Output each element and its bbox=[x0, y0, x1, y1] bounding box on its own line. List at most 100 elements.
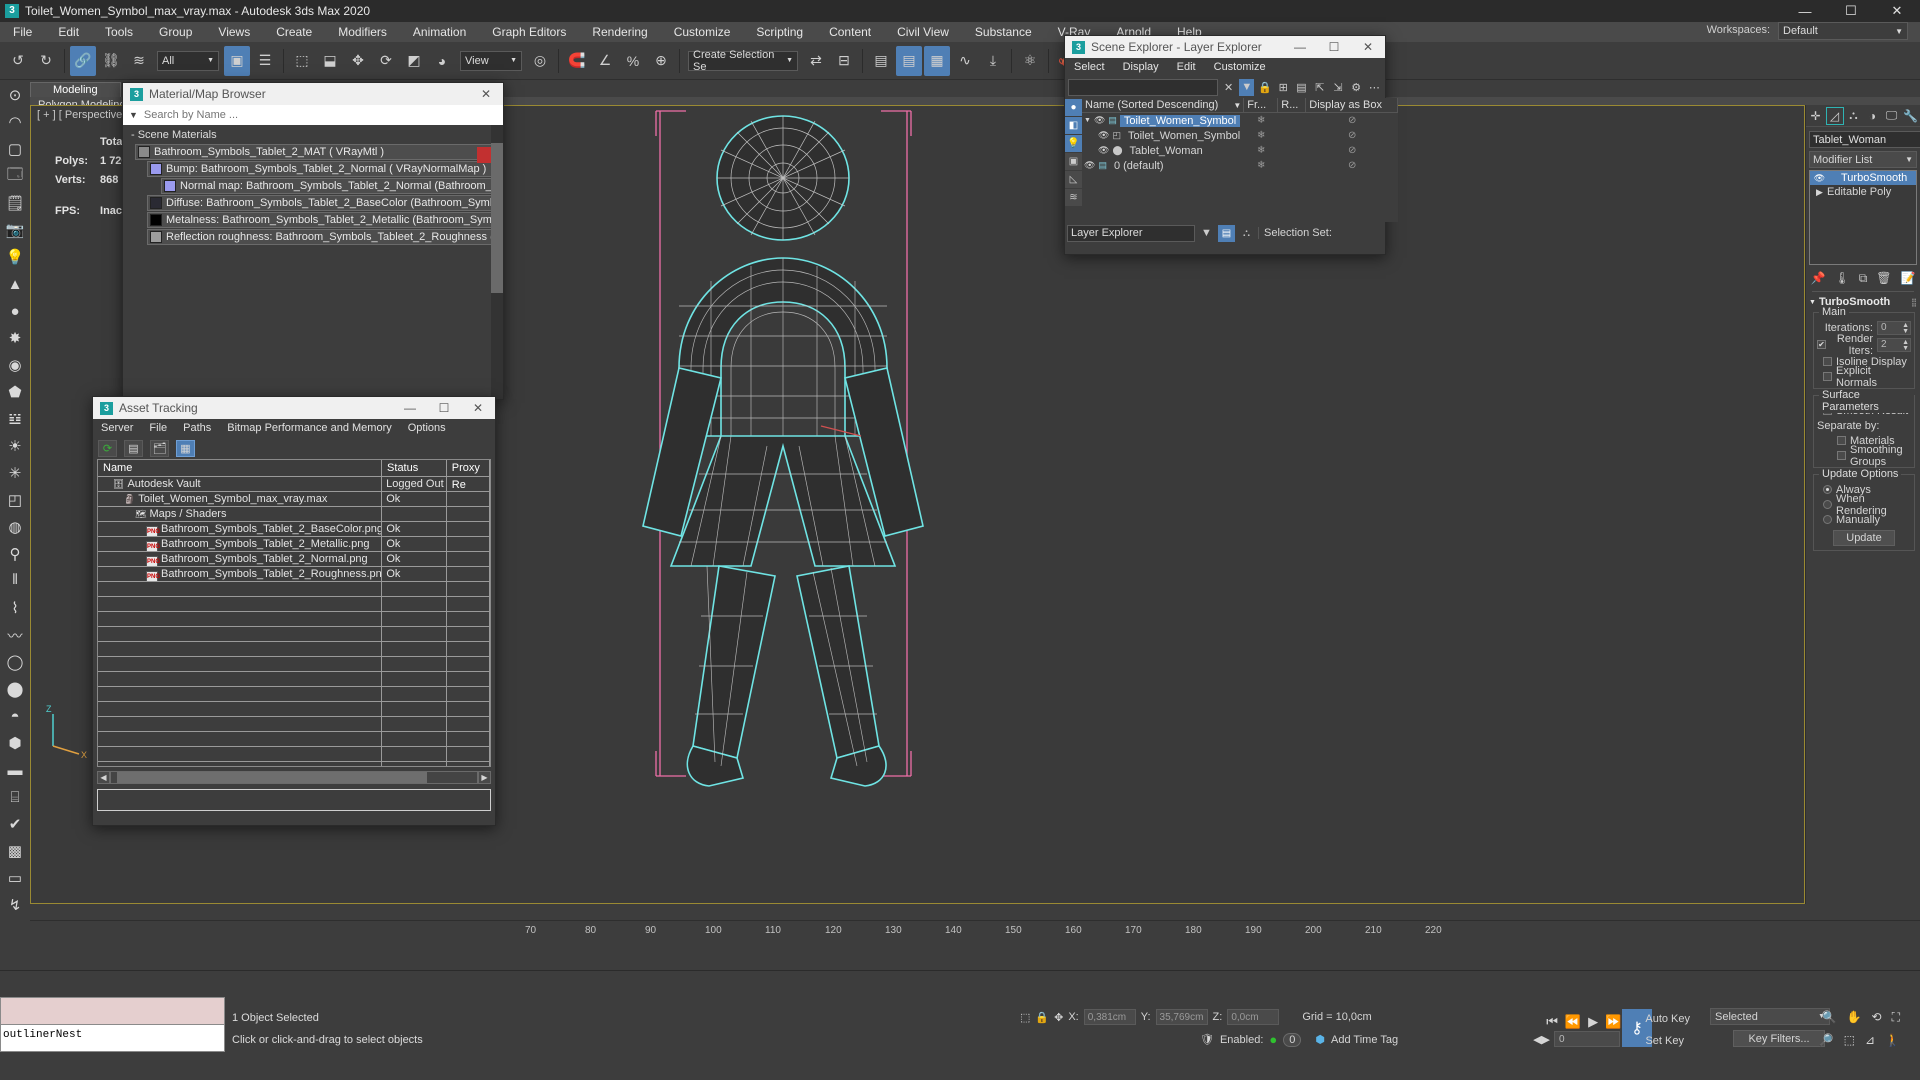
asset-row-empty[interactable] bbox=[98, 687, 490, 702]
smoothing-groups-row[interactable]: Smoothing Groups bbox=[1817, 444, 1911, 468]
sun-icon[interactable]: ☀ bbox=[2, 433, 28, 459]
pin-stack-icon[interactable]: 📌 bbox=[1811, 271, 1826, 285]
display-as-box-toggle-icon[interactable]: ⊘ bbox=[1306, 130, 1398, 141]
filter-helpers-icon[interactable]: ◺ bbox=[1065, 171, 1082, 188]
select-and-scale-button[interactable]: ◩ bbox=[401, 46, 427, 76]
smoothing-groups-checkbox[interactable] bbox=[1837, 451, 1846, 460]
zoom-region-icon[interactable]: ⬚ bbox=[1844, 1033, 1855, 1047]
x-field[interactable]: 0,381cm bbox=[1083, 1009, 1136, 1025]
eye-icon[interactable]: 👁 bbox=[1094, 115, 1105, 126]
menu-item-civil-view[interactable]: Civil View bbox=[884, 22, 962, 42]
workspace-selector[interactable]: Default ▼ bbox=[1778, 22, 1908, 40]
walkthrough-icon[interactable]: 🚶 bbox=[1885, 1033, 1900, 1047]
freeze-toggle-icon[interactable]: ❄ bbox=[1244, 145, 1278, 156]
refresh-icon[interactable]: ⟳ bbox=[98, 439, 117, 457]
filter-geometry-icon[interactable]: ● bbox=[1065, 99, 1082, 116]
unlink-selection-button[interactable]: ⛓ bbox=[98, 46, 124, 76]
spinner-arrows-icon[interactable]: ▲ ▼ bbox=[1902, 322, 1909, 335]
select-to-layer-icon[interactable]: ⇱ bbox=[1312, 79, 1327, 96]
material-sphere-icon[interactable]: ◓ bbox=[2, 703, 28, 729]
enabled-count[interactable]: 0 bbox=[1283, 1032, 1302, 1047]
chevron-down-icon[interactable]: ▼ bbox=[123, 110, 144, 120]
listener-output-pane[interactable] bbox=[0, 997, 225, 1025]
spinner-arrows-icon[interactable]: ▲ ▼ bbox=[1902, 339, 1909, 352]
explorer-name-field[interactable]: Layer Explorer bbox=[1067, 224, 1195, 242]
asset-row[interactable]: PNGBathroom_Symbols_Tablet_2_Roughness.p… bbox=[98, 567, 490, 582]
make-unique-icon[interactable]: ⧉ bbox=[1859, 271, 1868, 286]
asset-row[interactable]: 🗿 Toilet_Women_Symbol_max_vray.max Ok bbox=[98, 492, 490, 507]
display-icon[interactable]: ▭ bbox=[2, 865, 28, 891]
render-frame-window-icon[interactable]: ▢ bbox=[2, 136, 28, 162]
scene-explorer-row[interactable]: ▼ 👁 ▤ Toilet_Women_Symbol ❄ ⊘ bbox=[1082, 113, 1398, 128]
spinner-snap-button[interactable]: ⊕ bbox=[648, 46, 674, 76]
scene-explorer-grid[interactable]: Name (Sorted Descending) ▼ Fr... R... Di… bbox=[1082, 98, 1399, 222]
rectangular-selection-region-button[interactable]: ⬚ bbox=[289, 46, 315, 76]
asset-row-empty[interactable] bbox=[98, 702, 490, 717]
use-pivot-point-center-button[interactable]: ◎ bbox=[527, 46, 553, 76]
curve-icon[interactable]: ↯ bbox=[2, 892, 28, 918]
modifier-editable-poly[interactable]: ▶ Editable Poly bbox=[1810, 185, 1916, 199]
sphere-icon[interactable]: ● bbox=[2, 298, 28, 324]
material-row[interactable]: Normal map: Bathroom_Symbols_Tablet_2_No… bbox=[161, 178, 495, 194]
motion-tab-icon[interactable]: ◑ bbox=[1865, 108, 1881, 124]
asset-menu-paths[interactable]: Paths bbox=[175, 422, 219, 434]
select-and-place-button[interactable]: ◕ bbox=[429, 46, 455, 76]
column-renderable[interactable]: R... bbox=[1278, 98, 1307, 112]
redo-button[interactable]: ↻ bbox=[33, 46, 59, 76]
plane-icon[interactable]: ▬ bbox=[2, 757, 28, 783]
go-to-start-icon[interactable]: ⏮ bbox=[1546, 1014, 1558, 1030]
render-iters-spinner[interactable]: 2 ▲ ▼ bbox=[1877, 337, 1911, 352]
render-dialog-icon[interactable]: 🗒 bbox=[2, 190, 28, 216]
render-production-icon[interactable]: ⊙ bbox=[2, 82, 28, 108]
biped-icon[interactable]: 𝍪 bbox=[2, 568, 28, 594]
eye-icon[interactable]: 👁 bbox=[1084, 160, 1095, 171]
utilities-tab-icon[interactable]: 🔧 bbox=[1903, 108, 1919, 124]
remove-modifier-icon[interactable]: 🗑 bbox=[1876, 271, 1891, 285]
materials-checkbox[interactable] bbox=[1837, 436, 1846, 445]
menu-item-scripting[interactable]: Scripting bbox=[743, 22, 816, 42]
menu-item-animation[interactable]: Animation bbox=[400, 22, 479, 42]
ribbon-tab-modeling[interactable]: Modeling bbox=[30, 82, 121, 97]
column-name[interactable]: Name bbox=[98, 460, 383, 476]
scene-explorer-row[interactable]: 👁 ⬤ Tablet_Woman ❄ ⊘ bbox=[1082, 143, 1398, 158]
object-name-input[interactable] bbox=[1809, 131, 1920, 148]
timeline-ruler[interactable]: 70 80 90 100 110 120 130 140 150 160 170 180 190 200 2… bbox=[30, 920, 1920, 940]
material-row[interactable]: Diffuse: Bathroom_Symbols_Tablet_2_BaseC… bbox=[147, 195, 495, 211]
asset-row[interactable]: PNGBathroom_Symbols_Tablet_2_Normal.png O… bbox=[98, 552, 490, 567]
select-and-link-button[interactable]: 🔗 bbox=[70, 45, 96, 76]
asset-row-empty[interactable] bbox=[98, 672, 490, 687]
asset-menu-file[interactable]: File bbox=[141, 422, 175, 434]
render-setup-icon[interactable]: 🗔 bbox=[2, 163, 28, 189]
layers-collapse-icon[interactable]: ⇲ bbox=[1330, 79, 1345, 96]
material-row[interactable]: Metalness: Bathroom_Symbols_Tablet_2_Met… bbox=[147, 212, 495, 228]
object-icon[interactable]: ⬢ bbox=[2, 730, 28, 756]
lock-icon[interactable]: 🔒 bbox=[1035, 1011, 1049, 1024]
torus-icon[interactable]: ◉ bbox=[2, 352, 28, 378]
light-icon[interactable]: 💡 bbox=[2, 244, 28, 270]
material-editor-button[interactable]: ⚛ bbox=[1017, 46, 1043, 76]
scene-explorer-search-input[interactable] bbox=[1068, 78, 1218, 96]
object-icon[interactable]: ⬤ bbox=[1112, 145, 1122, 156]
key-nav-icon[interactable]: ◀▶ bbox=[1533, 1033, 1550, 1046]
scene-explorer-row[interactable]: 👁 ▤ 0 (default) ❄ ⊘ bbox=[1082, 158, 1398, 173]
select-and-rotate-button[interactable]: ⟳ bbox=[373, 46, 399, 76]
freeze-toggle-icon[interactable]: ❄ bbox=[1244, 115, 1278, 126]
scroll-left-arrow-icon[interactable]: ◀ bbox=[97, 770, 110, 784]
radio-button[interactable] bbox=[1823, 515, 1832, 524]
asset-tracking-close-button[interactable]: ✕ bbox=[461, 397, 495, 419]
display-as-box-toggle-icon[interactable]: ⊘ bbox=[1306, 145, 1398, 156]
add-layer-icon[interactable]: ⊞ bbox=[1276, 79, 1291, 96]
select-and-move-button[interactable]: ✥ bbox=[345, 46, 371, 76]
filter-icon[interactable]: ▼ bbox=[1239, 78, 1255, 96]
filter-spacewarps-icon[interactable]: ≋ bbox=[1065, 189, 1082, 206]
shield-icon[interactable]: 🛡 bbox=[1200, 1033, 1214, 1046]
scroll-right-arrow-icon[interactable]: ▶ bbox=[478, 770, 491, 784]
expand-arrow-icon[interactable]: ▶ bbox=[1812, 187, 1827, 198]
z-field[interactable]: 0,0cm bbox=[1227, 1009, 1280, 1025]
render-iterative-icon[interactable]: ◠ bbox=[2, 109, 28, 135]
select-object-button[interactable]: ▣ bbox=[224, 45, 250, 76]
sphere2-icon[interactable]: ⬤ bbox=[2, 676, 28, 702]
filter-shapes-icon[interactable]: ◧ bbox=[1065, 117, 1082, 134]
maximize-button[interactable]: ☐ bbox=[1828, 0, 1874, 22]
explicit-normals-checkbox[interactable] bbox=[1823, 372, 1832, 381]
